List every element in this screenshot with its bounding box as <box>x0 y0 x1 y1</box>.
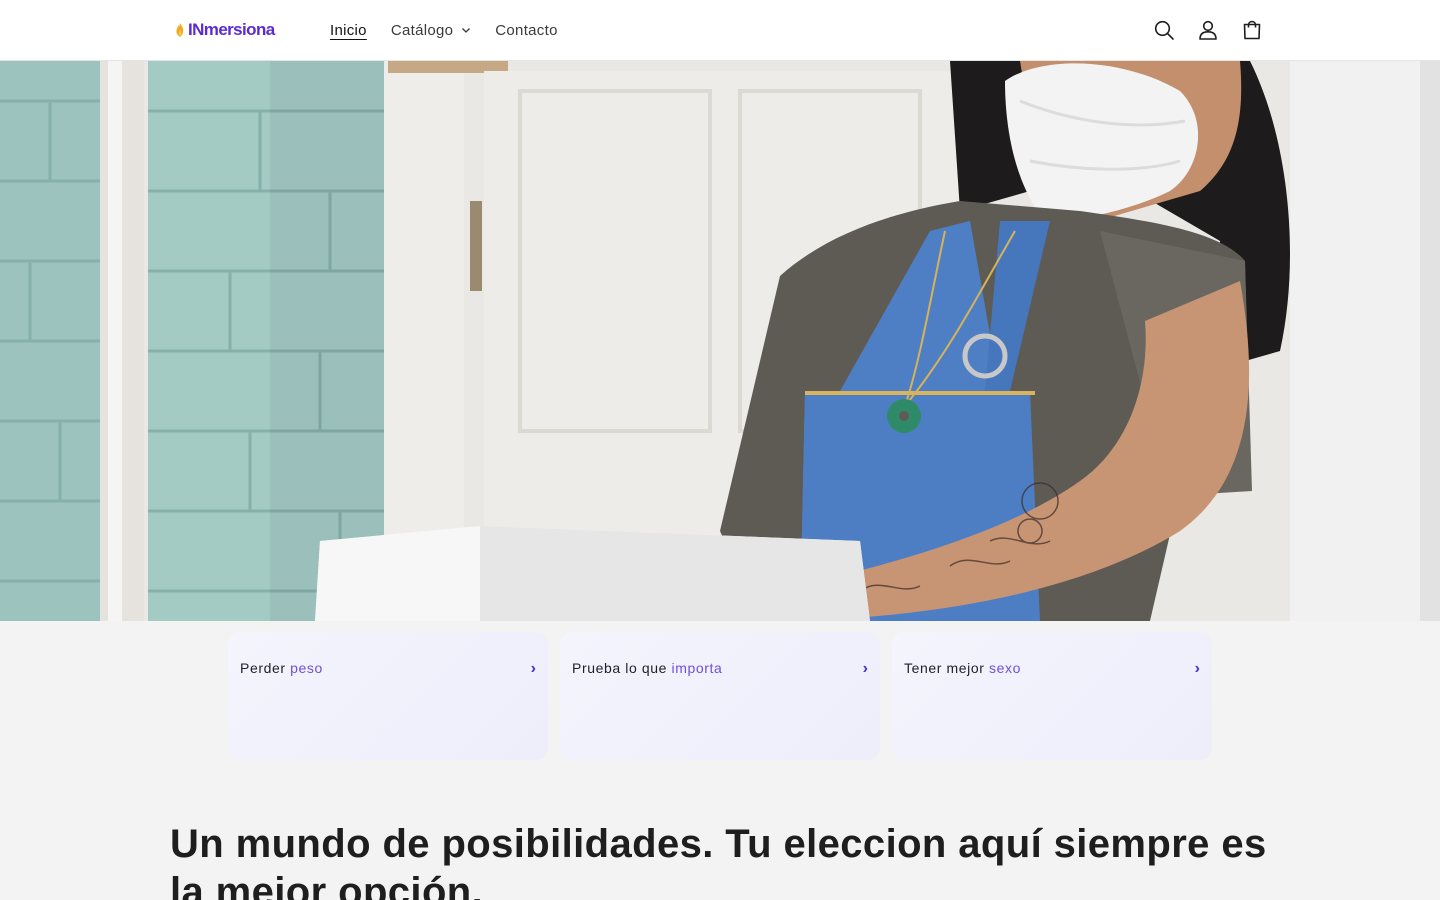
hero-banner <box>0 61 1440 621</box>
account-icon <box>1199 20 1217 40</box>
main-nav: Inicio Catálogo Contacto <box>318 0 570 60</box>
nav-item-contacto[interactable]: Contacto <box>483 22 569 39</box>
nav-item-catalogo-label: Catálogo <box>390 21 454 39</box>
chevron-down-icon <box>462 28 471 33</box>
category-card-perder-peso[interactable]: Perder peso › <box>228 632 548 760</box>
nav-item-inicio[interactable]: Inicio <box>318 22 379 39</box>
section-heading: Un mundo de posibilidades. Tu eleccion a… <box>170 822 1267 900</box>
account-button[interactable] <box>1186 8 1230 52</box>
chevron-right-icon: › <box>862 660 868 677</box>
chevron-right-icon: › <box>1194 660 1200 677</box>
header-actions <box>1142 8 1274 52</box>
chevron-right-icon: › <box>530 660 536 677</box>
card-title-prefix: Tener mejor <box>904 660 985 676</box>
brand-logo-text: INmersiona <box>188 20 275 39</box>
flame-icon <box>176 23 184 37</box>
search-icon <box>1154 20 1174 40</box>
brand-logo[interactable]: INmersiona <box>175 18 275 42</box>
card-title-accent: sexo <box>989 660 1022 676</box>
card-title-prefix: Prueba lo que <box>572 660 667 676</box>
nav-item-catalogo[interactable]: Catálogo <box>379 22 483 39</box>
hero-image <box>0 61 1440 621</box>
card-title: Prueba lo que importa <box>572 660 722 676</box>
card-title-prefix: Perder <box>240 660 286 676</box>
site-header: INmersiona Inicio Catálogo Contacto <box>0 0 1440 61</box>
card-title-accent: peso <box>290 660 323 676</box>
cart-icon <box>1243 20 1261 40</box>
category-card-tener-mejor-sexo[interactable]: Tener mejor sexo › <box>892 632 1212 760</box>
category-card-prueba-lo-que-importa[interactable]: Prueba lo que importa › <box>560 632 880 760</box>
card-title: Tener mejor sexo <box>904 660 1021 676</box>
search-button[interactable] <box>1142 8 1186 52</box>
cart-button[interactable] <box>1230 8 1274 52</box>
category-cards: Perder peso › Prueba lo que importa › Te… <box>228 632 1212 760</box>
card-title-accent: importa <box>671 660 723 676</box>
card-title: Perder peso <box>240 660 323 676</box>
